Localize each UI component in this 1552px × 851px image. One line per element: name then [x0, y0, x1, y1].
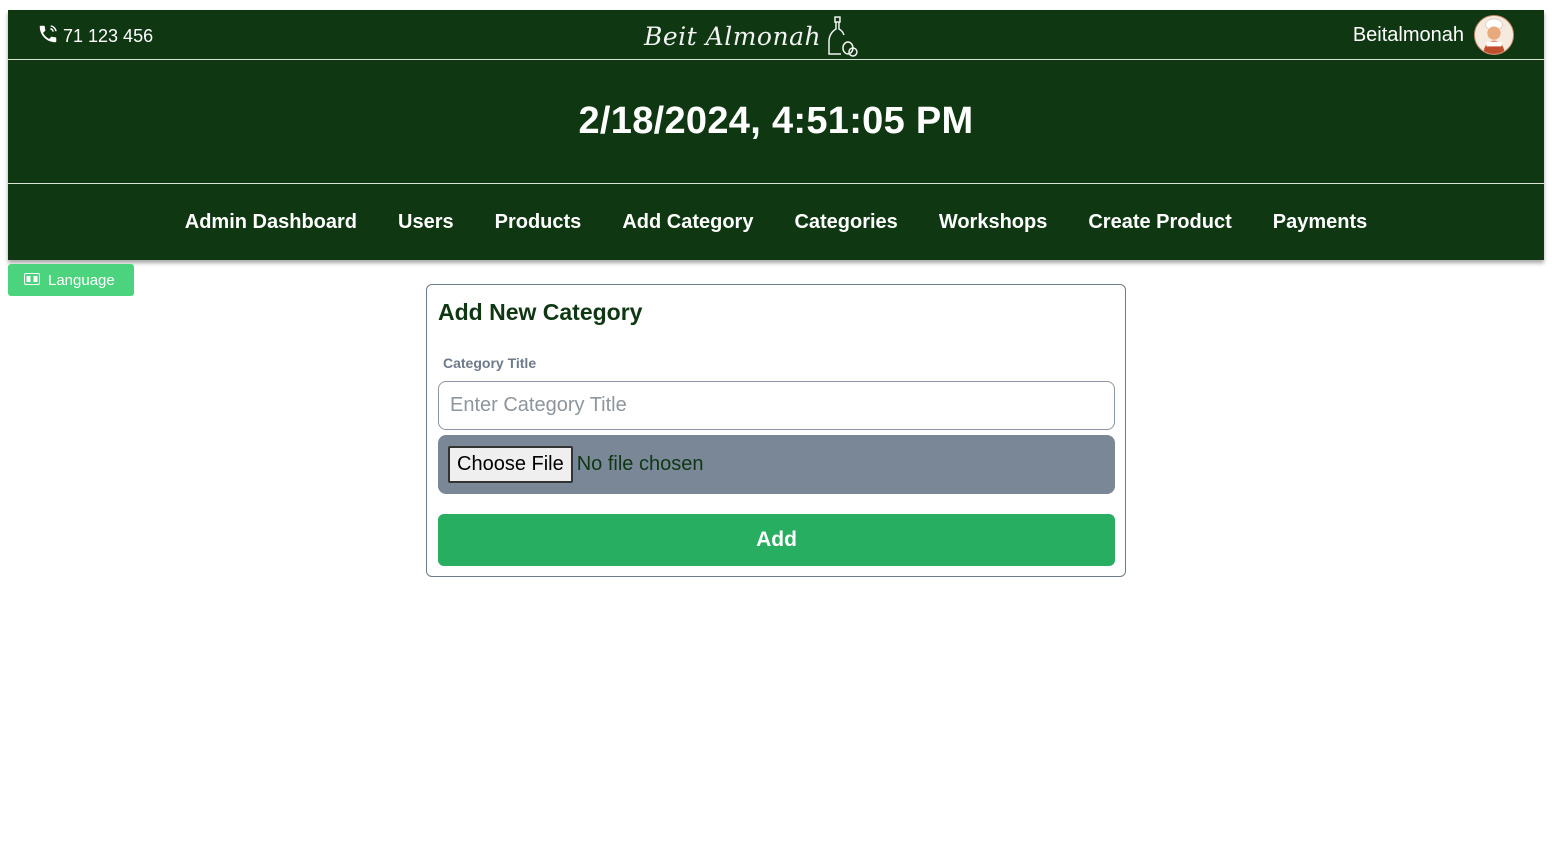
nav-payments[interactable]: Payments [1273, 211, 1368, 234]
language-label: Language [48, 271, 115, 289]
language-button[interactable]: Language [8, 264, 134, 296]
choose-file-button[interactable]: Choose File [448, 446, 573, 483]
nav-products[interactable]: Products [495, 211, 582, 234]
nav-add-category[interactable]: Add Category [622, 211, 753, 234]
phone-number: 71 123 456 [63, 26, 154, 46]
brand-name: Beit Almonah [644, 21, 822, 51]
top-bar: 71 123 456 Beit Almonah Beitalmonah [8, 10, 1544, 60]
clock-band: 2/18/2024, 4:51:05 PM [8, 60, 1544, 184]
file-status: No file chosen [576, 453, 704, 475]
category-title-input[interactable] [438, 381, 1115, 430]
header: 71 123 456 Beit Almonah Beitalmonah 2/18… [8, 10, 1544, 260]
bottle-icon [828, 16, 858, 57]
nav-create-product[interactable]: Create Product [1088, 211, 1231, 234]
nav-admin-dashboard[interactable]: Admin Dashboard [185, 211, 357, 234]
username: Beitalmonah [1352, 23, 1464, 46]
add-category-form: Add New Category Category Title Choose F… [426, 284, 1126, 577]
phone-icon [37, 23, 59, 50]
translate-icon [24, 272, 40, 289]
avatar[interactable] [1474, 15, 1514, 55]
main-nav: Admin Dashboard Users Products Add Categ… [8, 185, 1544, 260]
nav-workshops[interactable]: Workshops [939, 211, 1048, 234]
user-account[interactable]: Beitalmonah [1353, 15, 1514, 55]
brand-logo[interactable]: Beit Almonah [644, 13, 859, 59]
phone-contact[interactable]: 71 123 456 [37, 23, 153, 50]
form-title: Add New Category [438, 299, 643, 325]
nav-users[interactable]: Users [398, 211, 454, 234]
add-button[interactable]: Add [438, 514, 1115, 566]
file-upload: Choose File No file chosen [438, 435, 1115, 494]
datetime-display: 2/18/2024, 4:51:05 PM [578, 100, 974, 142]
category-title-label: Category Title [443, 355, 537, 371]
nav-categories[interactable]: Categories [794, 211, 897, 234]
